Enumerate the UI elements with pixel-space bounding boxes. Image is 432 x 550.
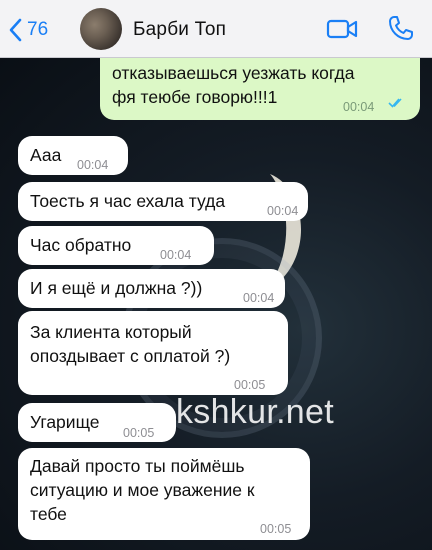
message-text: Давай просто ты поймёшь ситуацию и мое у… (30, 454, 255, 526)
message-line: опоздывает с оплатой ?) (30, 346, 231, 366)
video-camera-icon (326, 19, 358, 39)
message-incoming[interactable]: За клиента который опоздывает с оплатой … (18, 311, 288, 395)
message-time: 00:05 (234, 378, 266, 392)
message-incoming[interactable]: Час обратно 00:04 (18, 226, 214, 265)
double-check-icon (388, 98, 402, 108)
message-time: 00:05 (123, 426, 155, 440)
message-time: 00:04 (160, 248, 192, 262)
message-time: 00:04 (77, 158, 109, 172)
unread-count: 76 (27, 19, 49, 40)
message-line: отказываешься уезжать когда (112, 63, 355, 83)
message-time: 00:04 (243, 291, 275, 305)
message-incoming[interactable]: Угарище 00:05 (18, 403, 176, 442)
message-line: фя теюбе говорю!!!1 (112, 87, 278, 107)
message-line: тебе (30, 504, 67, 524)
voice-call-button[interactable] (388, 15, 414, 46)
message-time: 00:04 (267, 204, 299, 218)
message-text: За клиента который опоздывает с оплатой … (30, 320, 230, 368)
message-outgoing[interactable]: отказываешься уезжать когда фя теюбе гов… (100, 58, 420, 120)
message-incoming[interactable]: Тоесть я час ехала туда 00:04 (18, 182, 308, 221)
chat-area[interactable]: kshkur.net отказываешься уезжать когда ф… (0, 58, 432, 550)
message-incoming[interactable]: Давай просто ты поймёшь ситуацию и мое у… (18, 448, 310, 540)
message-text: отказываешься уезжать когда фя теюбе гов… (112, 61, 354, 109)
message-text: Угарище (30, 412, 100, 432)
watermark-text: kshkur.net (176, 393, 334, 431)
message-time: 00:04 (343, 100, 375, 114)
message-incoming[interactable]: Ааа 00:04 (18, 136, 128, 175)
message-text: И я ещё и должна ?)) (30, 278, 203, 298)
message-text: Тоесть я час ехала туда (30, 191, 226, 211)
message-time: 00:05 (260, 522, 292, 536)
chevron-left-icon (9, 18, 22, 42)
chat-header: 76 Барби Топ (0, 0, 432, 58)
message-line: Давай просто ты поймёшь (30, 456, 245, 476)
message-text: Час обратно (30, 235, 132, 255)
message-text: Ааа (30, 145, 62, 165)
message-incoming[interactable]: И я ещё и должна ?)) 00:04 (18, 269, 285, 308)
message-line: ситуацию и мое уважение к (30, 480, 255, 500)
video-call-button[interactable] (326, 18, 358, 45)
contact-name[interactable]: Барби Топ (133, 19, 226, 41)
avatar[interactable] (80, 8, 122, 50)
phone-icon (389, 16, 413, 40)
back-button[interactable]: 76 (8, 17, 48, 43)
message-line: За клиента который (30, 322, 192, 342)
